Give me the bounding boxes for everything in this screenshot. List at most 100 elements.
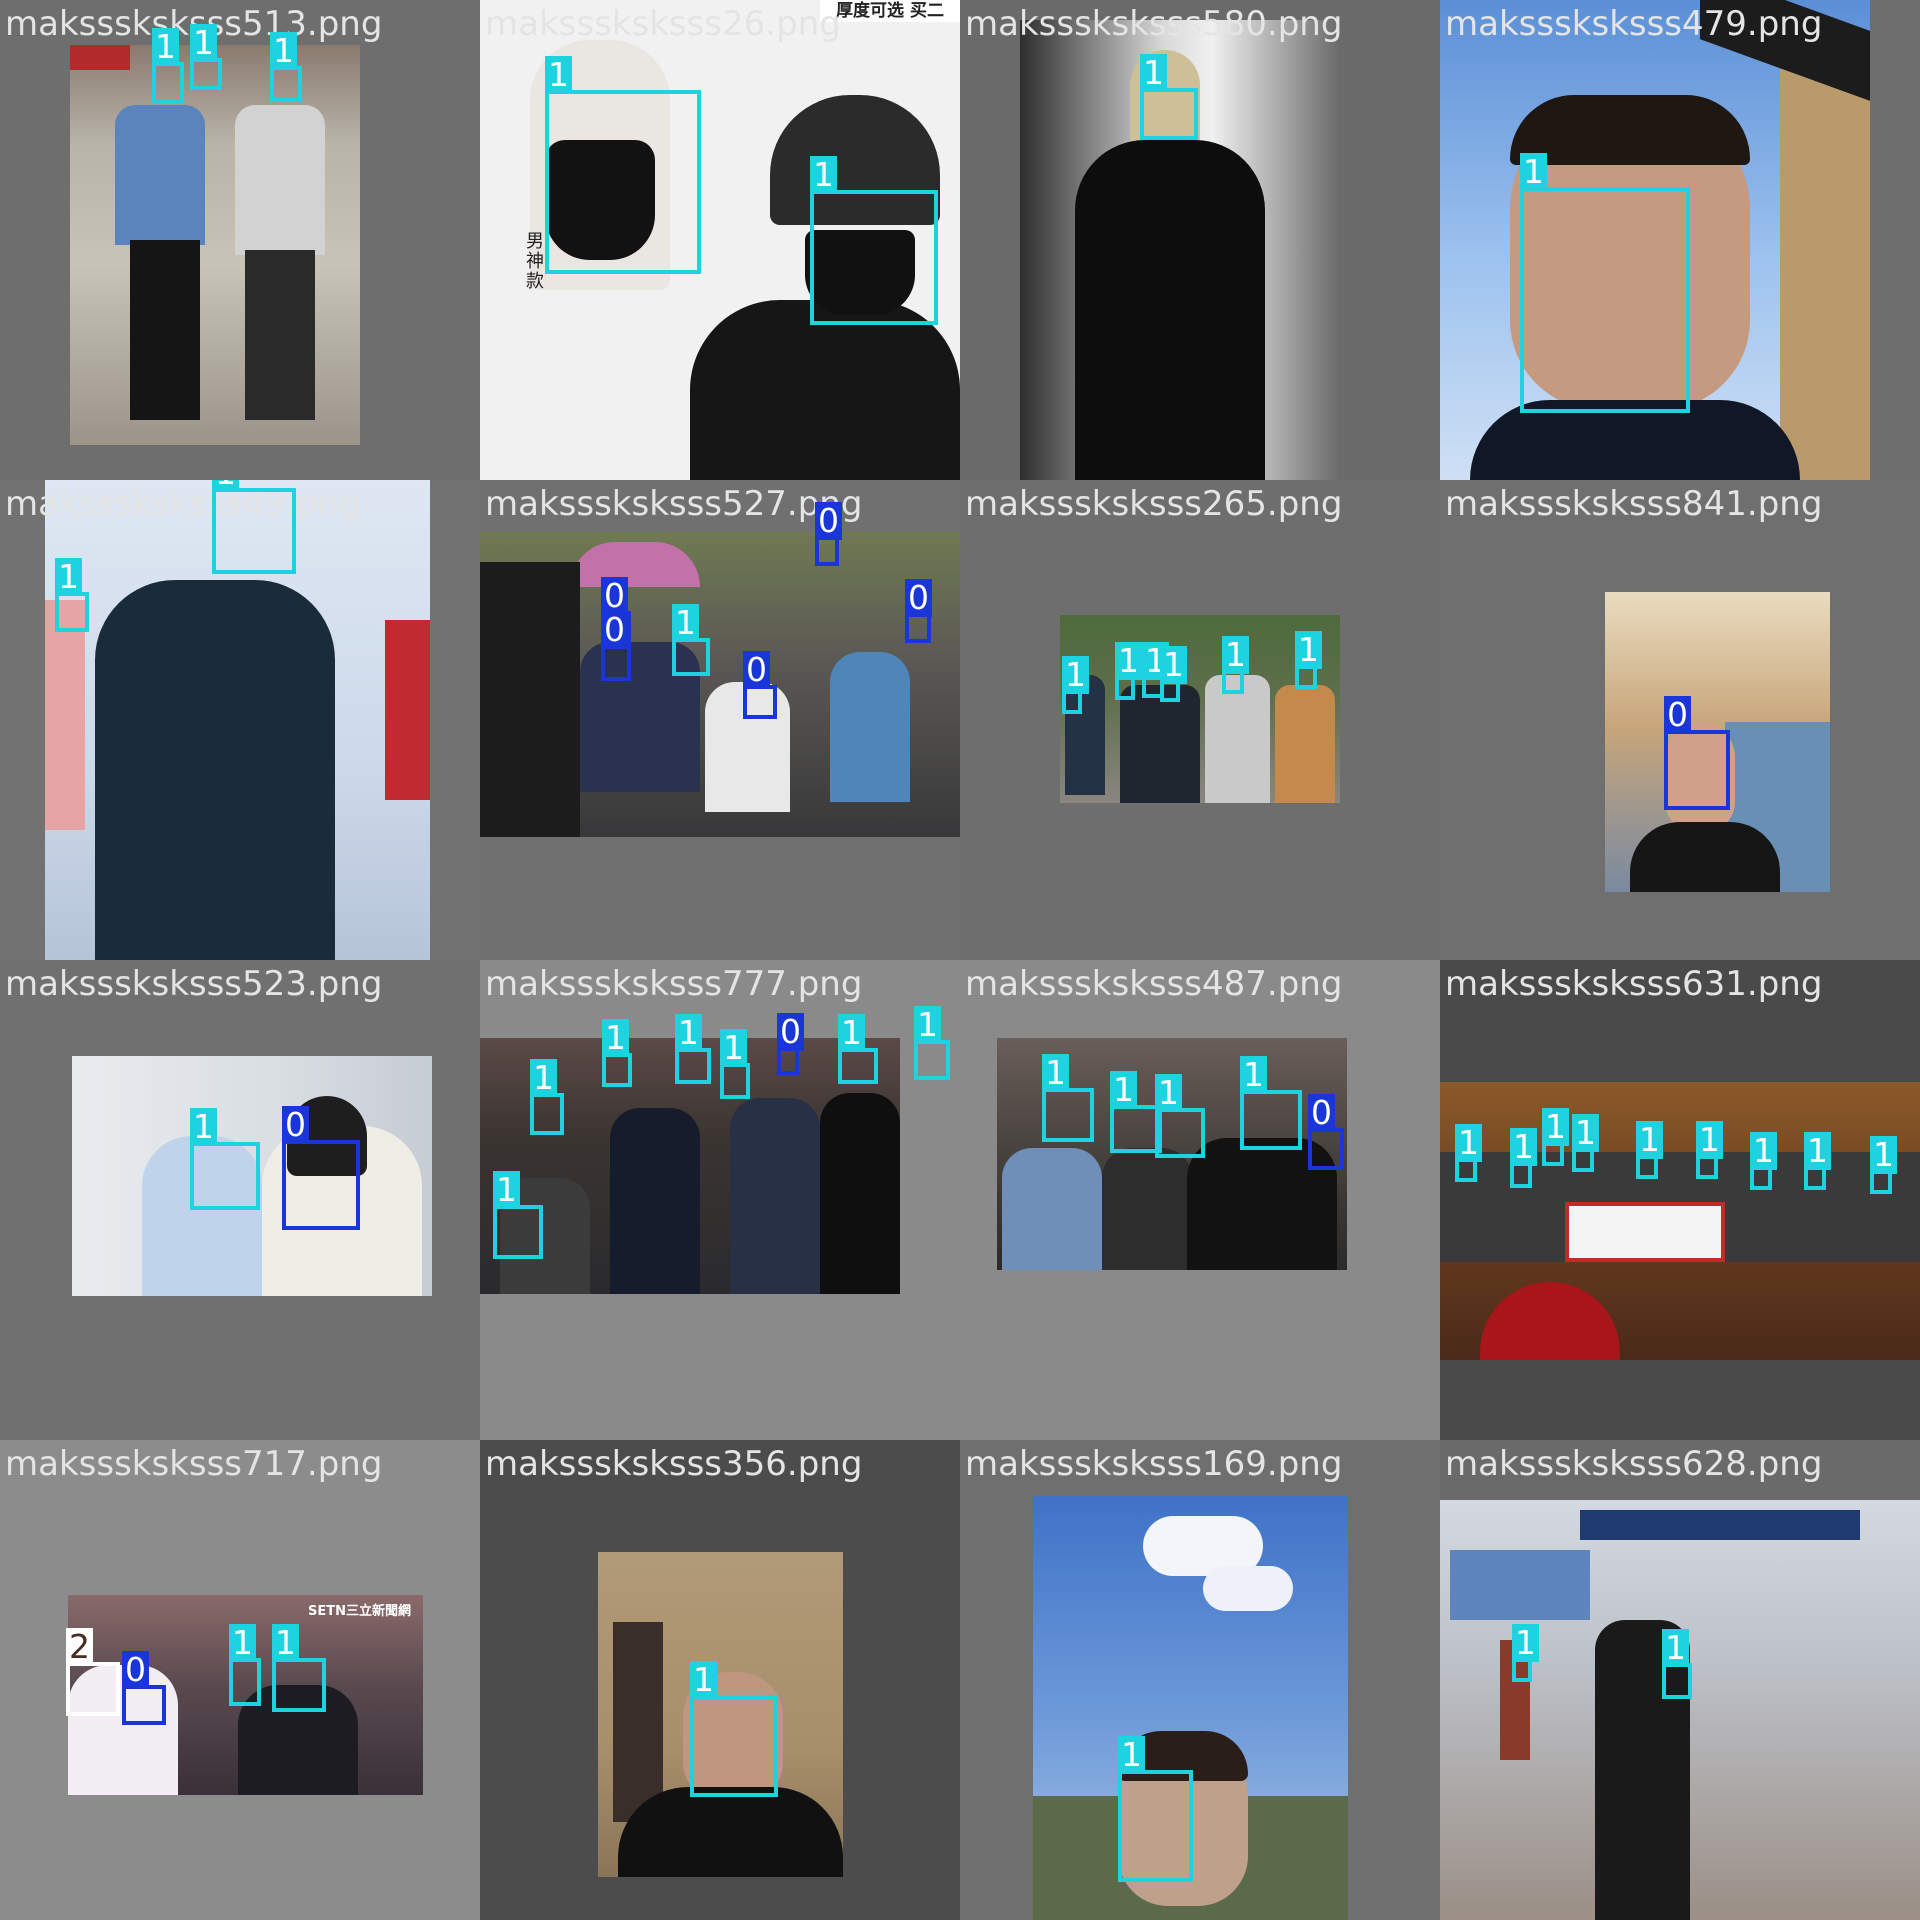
class-tag: 1 [672,604,699,642]
class-tag: 1 [1512,1624,1539,1662]
detection-box: 1 [602,1019,632,1087]
detection-box: 1 [1512,1624,1539,1682]
overlay-char: 款 [526,271,544,292]
class-tag: 1 [1155,1074,1182,1112]
class-tag: 1 [190,1108,217,1146]
filename-label: maksssksksss777.png [485,964,863,1004]
detection-box: 1 [1240,1056,1302,1150]
class-tag: 1 [545,56,572,94]
filename-label: maksssksksss49.png [5,484,361,524]
mosaic-tile: SETN三立新聞網 maksssksksss717.png 2 0 1 1 [0,1440,480,1920]
detection-box: 1 [190,24,222,90]
class-tag: 1 [1696,1121,1723,1159]
mosaic-tile: maksssksksss356.png 1 [480,1440,960,1920]
filename-label: maksssksksss169.png [965,1444,1343,1484]
detection-box: 1 [1636,1121,1663,1179]
tile-photo [1440,1082,1920,1360]
overlay-caption: 厚度可选 买二 [820,0,960,22]
detection-box: 1 [1140,54,1198,140]
detection-box: 1 [1455,1124,1482,1182]
detection-box: 1 [838,1014,878,1084]
detection-box: 1 [229,1624,261,1706]
mosaic-tile: maksssksksss487.png 1 1 1 1 0 [960,960,1440,1440]
detection-box: 1 [720,1029,750,1099]
overlay-char: 男 [526,231,544,252]
detection-box: 1 [1222,636,1249,694]
class-tag: 1 [1118,1736,1145,1774]
detection-box: 1 [530,1059,564,1135]
class-tag: 1 [1042,1054,1069,1092]
class-tag: 1 [1510,1128,1537,1166]
detection-box: 1 [152,28,184,104]
detection-box: 1 [1542,1108,1569,1166]
class-tag: 0 [282,1106,309,1144]
filename-label: maksssksksss717.png [5,1444,383,1484]
class-tag: 1 [720,1029,747,1067]
mosaic-tile: maksssksksss169.png 1 [960,1440,1440,1920]
class-tag: 1 [229,1624,256,1662]
detection-box: 0 [743,651,777,719]
overlay-watermark: SETN三立新聞網 [308,1604,411,1619]
class-tag: 1 [1870,1136,1897,1174]
detection-box: 1 [1042,1054,1094,1142]
mosaic-tile: maksssksksss523.png 1 0 [0,960,480,1440]
detection-box: 1 [270,32,302,102]
detection-box: 0 [601,611,631,681]
mosaic-tile: maksssksksss265.png 1 1 1 1 1 1 [960,480,1440,960]
mosaic-tile: maksssksksss841.png 0 [1440,480,1920,960]
class-tag: 0 [122,1651,149,1689]
class-tag: 1 [1110,1071,1137,1109]
detection-box: 1 [914,1006,950,1080]
class-tag: 0 [1308,1094,1335,1132]
class-tag: 1 [838,1014,865,1052]
mosaic-tile: maksssksksss777.png 1 1 1 1 0 1 1 1 [480,960,960,1440]
detection-box: 1 [1750,1132,1777,1190]
filename-label: maksssksksss628.png [1445,1444,1823,1484]
class-tag: 1 [270,32,297,70]
tile-photo [480,532,960,837]
class-tag: 1 [1140,54,1167,92]
class-tag: 1 [1804,1132,1831,1170]
detection-box: 1 [272,1624,326,1712]
detection-box: 0 [122,1651,166,1725]
class-tag: 1 [1222,636,1249,674]
detection-box: 0 [282,1106,360,1230]
mosaic-tile: 厚度可选 买二 男神款 maksssksksss26.png 1 1 [480,0,960,480]
class-tag: 1 [272,1624,299,1662]
filename-label: maksssksksss487.png [965,964,1343,1004]
detection-box: 1 [1804,1132,1831,1190]
class-tag: 0 [1664,696,1691,734]
class-tag: 1 [690,1661,717,1699]
class-tag: 1 [1160,646,1187,684]
detection-box: 1 [1155,1074,1205,1158]
detection-box: 1 [1295,631,1322,689]
class-tag: 1 [152,28,179,66]
detection-box: 1 [1510,1128,1537,1188]
class-tag: 1 [1662,1629,1689,1667]
class-tag: 1 [212,480,239,492]
detection-box: 0 [905,579,932,643]
filename-label: maksssksksss479.png [1445,4,1823,44]
tile-photo [70,45,360,445]
detection-box: 1 [1870,1136,1897,1194]
class-tag: 1 [914,1006,941,1044]
mosaic-tile: maksssksksss580.png 1 [960,0,1440,480]
class-tag: 1 [1240,1056,1267,1094]
class-tag: 0 [601,611,628,649]
class-tag: 1 [810,156,837,194]
detection-box: 1 [675,1014,711,1084]
filename-label: maksssksksss356.png [485,1444,863,1484]
detection-box: 1 [493,1171,543,1259]
class-tag: 1 [493,1171,520,1209]
mosaic-tile: maksssksksss513.png 1 1 1 [0,0,480,480]
detection-box: 1 [1696,1121,1723,1179]
class-tag: 1 [530,1059,557,1097]
filename-label: maksssksksss580.png [965,4,1343,44]
filename-label: maksssksksss631.png [1445,964,1823,1004]
detection-box: 1 [1662,1629,1692,1699]
class-tag: 1 [55,558,82,596]
detection-box: 1 [1115,642,1142,700]
detection-box: 1 [55,558,89,632]
class-tag: 1 [1572,1114,1599,1152]
mosaic-tile: maksssksksss631.png 1 1 1 1 1 1 1 1 1 [1440,960,1920,1440]
